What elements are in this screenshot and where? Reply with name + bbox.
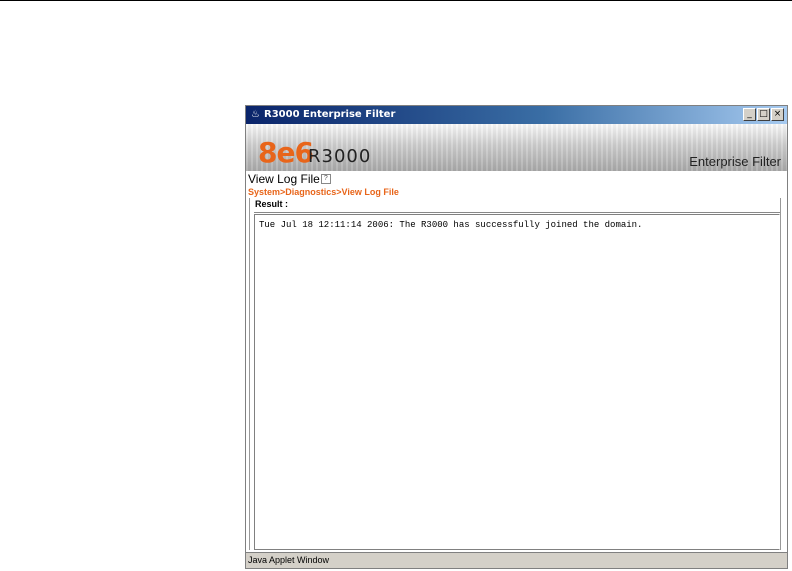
product-name: Enterprise Filter [689,154,781,169]
page-title: View Log File? [248,172,331,187]
applet-window: ♨ R3000 Enterprise Filter _ □ × 8e6 R300… [245,105,788,569]
status-text: Java Applet Window [248,555,330,565]
page-title-text: View Log File [248,172,320,186]
model-name: R3000 [308,146,372,167]
brand-logo: 8e6 [258,136,314,169]
minimize-button[interactable]: _ [743,108,756,121]
java-icon: ♨ [251,109,260,120]
maximize-button[interactable]: □ [757,108,770,121]
status-bar: Java Applet Window [246,552,787,568]
window-title: R3000 Enterprise Filter [264,109,396,120]
log-line: Tue Jul 18 12:11:14 2006: The R3000 has … [259,220,643,230]
result-divider [254,212,780,213]
breadcrumb: System>Diagnostics>View Log File [248,187,399,197]
help-icon[interactable]: ? [320,174,331,184]
result-label: Result : [255,199,289,209]
result-panel: Result : Tue Jul 18 12:11:14 2006: The R… [249,198,781,550]
log-text-area[interactable]: Tue Jul 18 12:11:14 2006: The R3000 has … [254,214,780,550]
close-button[interactable]: × [771,108,784,121]
window-controls: _ □ × [742,108,784,121]
content-area: View Log File? System>Diagnostics>View L… [246,171,787,553]
page-top-rule [0,0,792,1]
product-banner: 8e6 R3000 Enterprise Filter [246,124,787,171]
title-bar[interactable]: ♨ R3000 Enterprise Filter _ □ × [246,106,787,124]
